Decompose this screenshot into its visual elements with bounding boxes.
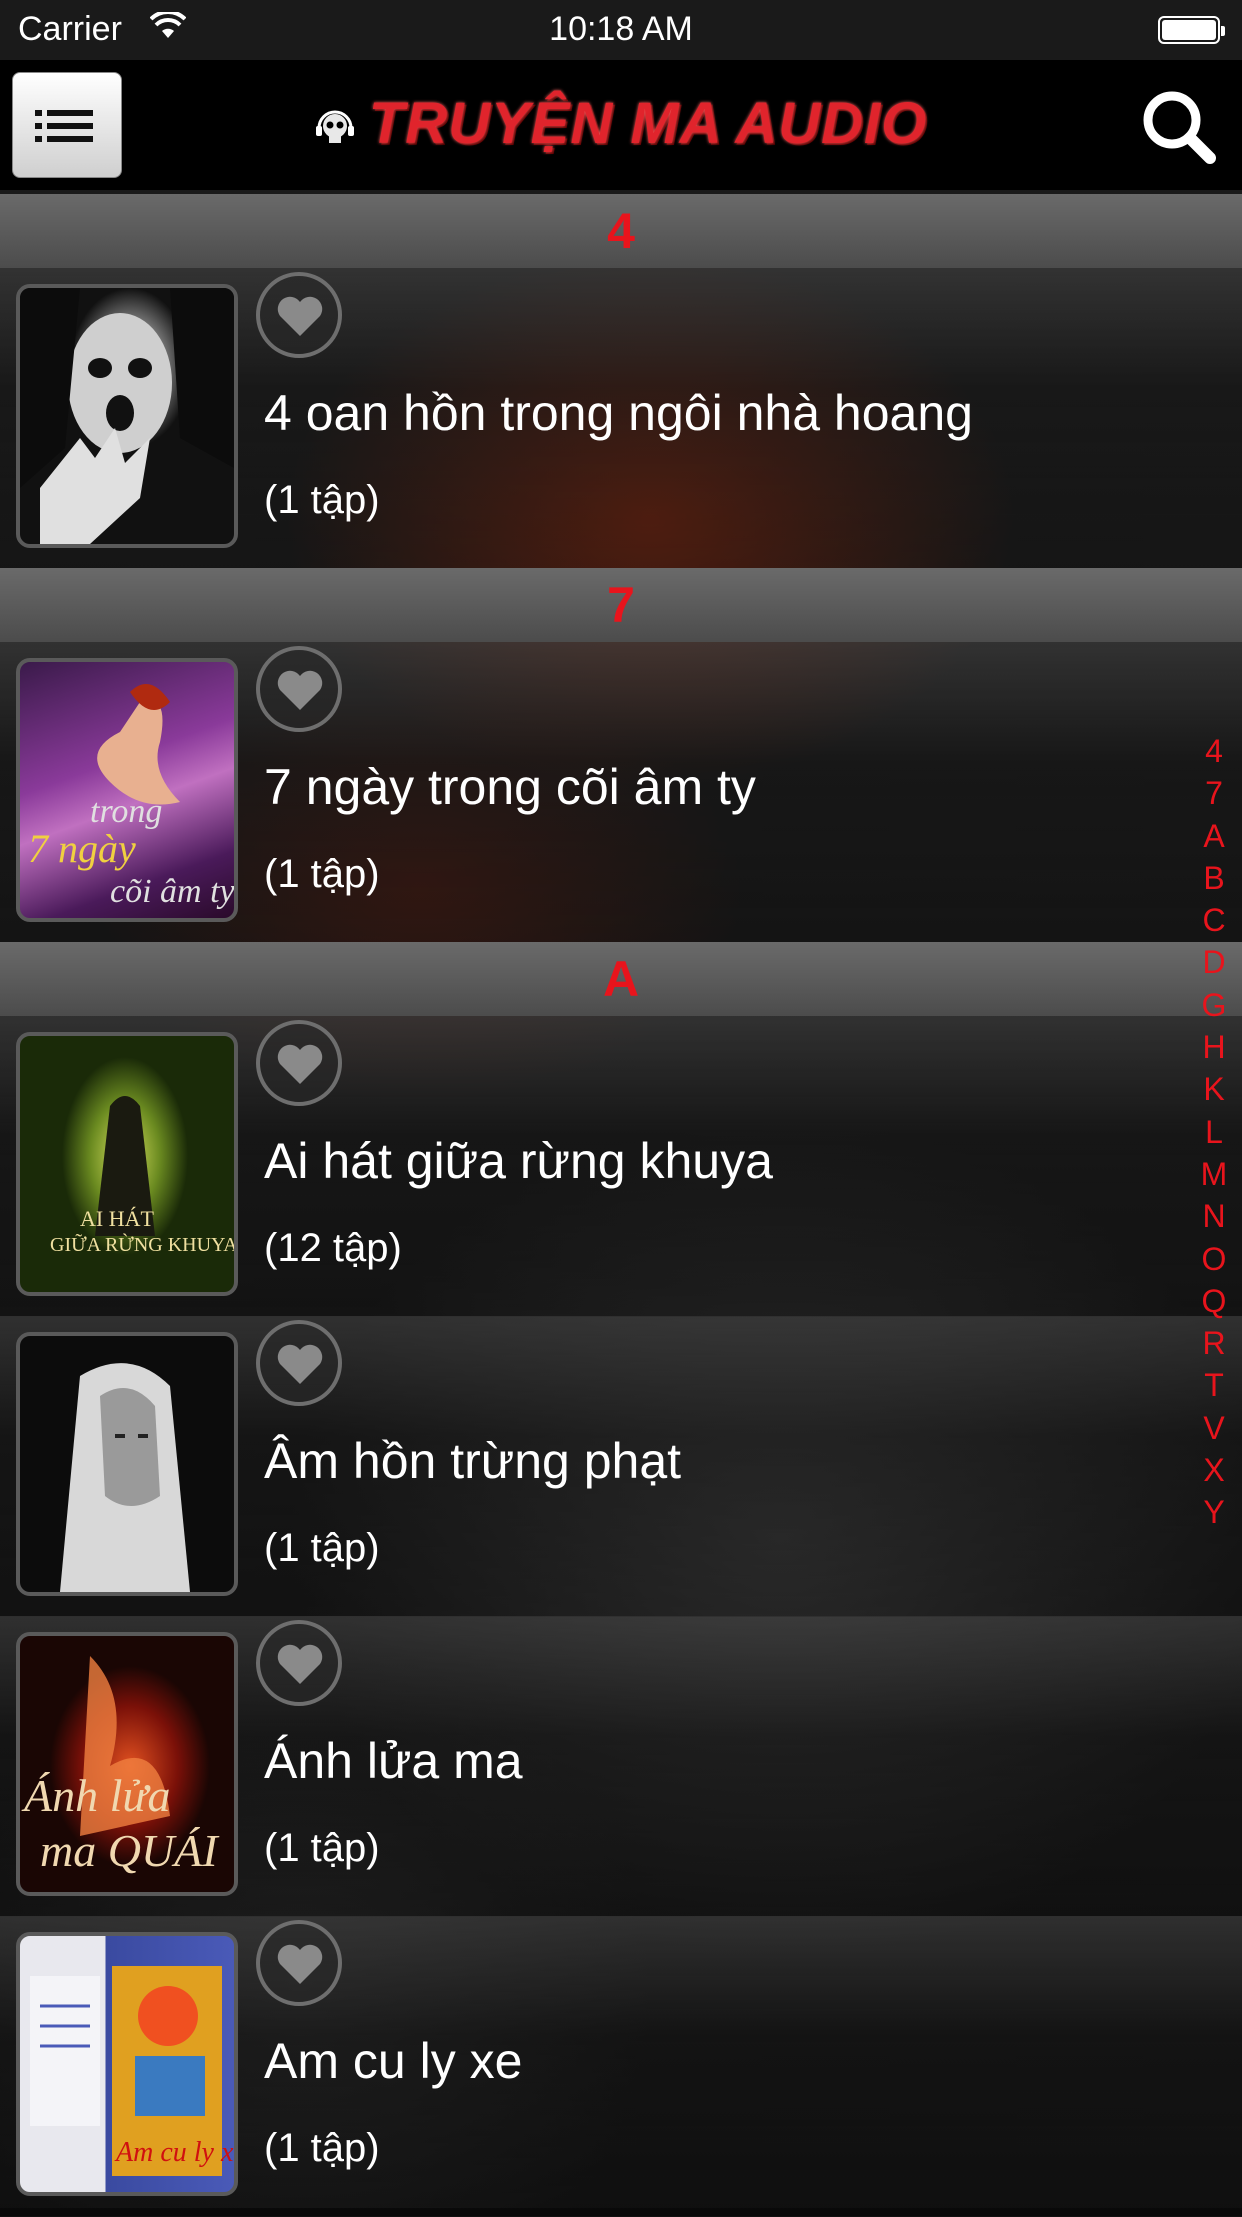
item-episode-count: (1 tập): [264, 1826, 380, 1870]
index-letter[interactable]: L: [1194, 1111, 1234, 1153]
index-letter[interactable]: G: [1194, 984, 1234, 1026]
skull-headphones-icon: [315, 110, 354, 143]
index-letter[interactable]: D: [1194, 941, 1234, 983]
app-title: TRUYỆN MA AUDIO: [368, 91, 928, 156]
cover-image: Ánh lửa ma QUÁI: [16, 1632, 238, 1896]
item-episode-count: (1 tập): [264, 1526, 380, 1570]
cover-image: AI HÁT GIỮA RỪNG KHUYA: [16, 1032, 238, 1296]
list-item[interactable]: Ánh lửa ma QUÁI Ánh lửa ma (1 tập): [0, 1616, 1242, 1917]
index-letter[interactable]: R: [1194, 1322, 1234, 1364]
favorite-button[interactable]: [256, 1020, 342, 1106]
index-letter[interactable]: T: [1194, 1364, 1234, 1406]
item-title: Am cu ly xe: [264, 2033, 523, 2089]
favorite-button[interactable]: [256, 272, 342, 358]
svg-text:Ánh lửa: Ánh lửa: [21, 1770, 170, 1821]
svg-text:AI HÁT: AI HÁT: [80, 1206, 154, 1231]
item-title: Ánh lửa ma: [264, 1733, 523, 1789]
list-item[interactable]: 4 oan hồn trong ngôi nhà hoang (1 tập): [0, 268, 1242, 569]
svg-text:Am cu ly xe: Am cu ly xe: [114, 2137, 234, 2168]
section-header-4: 4: [0, 194, 1242, 268]
svg-text:7 ngày: 7 ngày: [28, 826, 136, 871]
index-letter[interactable]: C: [1194, 899, 1234, 941]
svg-text:GIỮA RỪNG KHUYA: GIỮA RỪNG KHUYA: [50, 1232, 234, 1256]
item-episode-count: (1 tập): [264, 478, 380, 522]
heart-icon: [277, 1344, 323, 1384]
index-letter[interactable]: X: [1194, 1449, 1234, 1491]
index-letter[interactable]: Q: [1194, 1280, 1234, 1322]
index-letter[interactable]: Y: [1194, 1491, 1234, 1533]
cover-image: [16, 284, 238, 548]
favorite-button[interactable]: [256, 1320, 342, 1406]
svg-text:cõi âm ty: cõi âm ty: [110, 873, 234, 910]
index-letter[interactable]: 4: [1194, 730, 1234, 772]
cover-image: 7 ngày trong cõi âm ty: [16, 658, 238, 922]
heart-icon: [277, 1644, 323, 1684]
index-letter[interactable]: A: [1194, 815, 1234, 857]
heart-icon: [277, 670, 323, 710]
svg-text:trong: trong: [90, 793, 162, 830]
index-letter[interactable]: B: [1194, 857, 1234, 899]
search-icon[interactable]: [1138, 86, 1218, 166]
list-item[interactable]: Am cu ly xe Am cu ly xe (1 tập): [0, 1916, 1242, 2217]
index-letter[interactable]: M: [1194, 1153, 1234, 1195]
item-episode-count: (1 tập): [264, 852, 380, 896]
index-letter[interactable]: O: [1194, 1238, 1234, 1280]
section-index[interactable]: 4 7 A B C D G H K L M N O Q R T V X Y: [1194, 730, 1234, 1534]
favorite-button[interactable]: [256, 1920, 342, 2006]
item-title: Âm hồn trừng phạt: [264, 1433, 682, 1489]
section-header-a: A: [0, 942, 1242, 1016]
list-item[interactable]: Âm hồn trừng phạt (1 tập): [0, 1316, 1242, 1617]
item-episode-count: (12 tập): [264, 1226, 402, 1270]
battery-icon: [1158, 16, 1225, 44]
heart-icon: [277, 1044, 323, 1084]
svg-text:ma QUÁI: ma QUÁI: [40, 1825, 220, 1876]
cover-image: [16, 1332, 238, 1596]
index-letter[interactable]: V: [1194, 1407, 1234, 1449]
index-letter[interactable]: H: [1194, 1026, 1234, 1068]
item-title: 4 oan hồn trong ngôi nhà hoang: [264, 385, 973, 441]
index-letter[interactable]: K: [1194, 1068, 1234, 1110]
heart-icon: [277, 296, 323, 336]
item-title: 7 ngày trong cõi âm ty: [264, 759, 756, 815]
item-title: Ai hát giữa rừng khuya: [264, 1133, 773, 1189]
status-time: 10:18 AM: [549, 10, 693, 48]
list-item[interactable]: 7 ngày trong cõi âm ty 7 ngày trong cõi …: [0, 642, 1242, 943]
section-header-7: 7: [0, 568, 1242, 642]
favorite-button[interactable]: [256, 1620, 342, 1706]
index-letter[interactable]: N: [1194, 1195, 1234, 1237]
list-item[interactable]: AI HÁT GIỮA RỪNG KHUYA Ai hát giữa rừng …: [0, 1016, 1242, 1317]
status-bar: Carrier 10:18 AM: [0, 0, 1242, 60]
index-letter[interactable]: 7: [1194, 772, 1234, 814]
nav-bar: TRUYỆN MA AUDIO: [0, 60, 1242, 190]
favorite-button[interactable]: [256, 646, 342, 732]
cover-image: Am cu ly xe: [16, 1932, 238, 2196]
app-logo: TRUYỆN MA AUDIO: [0, 90, 1242, 157]
heart-icon: [277, 1944, 323, 1984]
item-episode-count: (1 tập): [264, 2126, 380, 2170]
